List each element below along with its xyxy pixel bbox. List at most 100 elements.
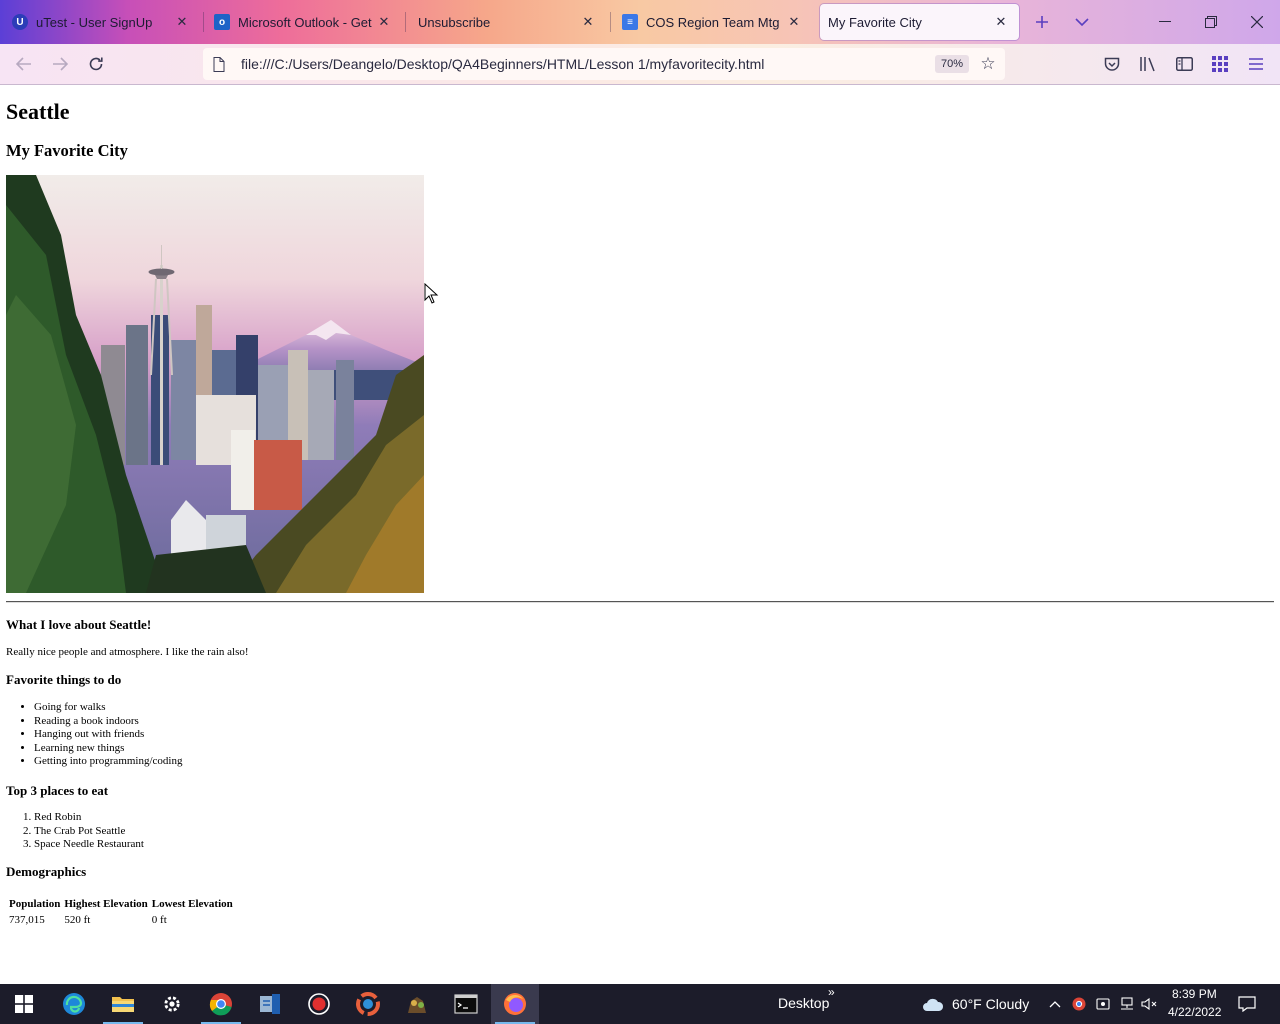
page-subtitle: My Favorite City (6, 141, 128, 160)
network-icon[interactable] (1119, 996, 1135, 1012)
demographics-heading: Demographics (6, 864, 87, 879)
weather-text[interactable]: 60°F Cloudy (952, 996, 1029, 1012)
minimize-icon (1159, 21, 1171, 22)
table-header-cell: Population (9, 898, 61, 910)
bookmark-star-icon[interactable]: ☆ (979, 54, 997, 73)
page-content: Seattle My Favorite City What I love abo… (0, 85, 1280, 984)
file-explorer-taskbar-button[interactable] (99, 984, 147, 1024)
page-icon (213, 56, 227, 72)
demographics-table: Population Highest Elevation Lowest Elev… (6, 895, 236, 929)
arrow-right-icon (53, 57, 68, 71)
minimize-button[interactable] (1142, 0, 1188, 44)
browser-nav-bar: file:///C:/Users/Deangelo/Desktop/QA4Beg… (0, 44, 1280, 85)
clock-time[interactable]: 8:39 PM (1172, 987, 1217, 1001)
close-icon[interactable]: ✕ (374, 12, 394, 32)
meet-now-icon[interactable] (1095, 996, 1111, 1012)
gear-icon (164, 996, 180, 1012)
list-item: The Crab Pot Seattle (34, 825, 144, 839)
settings-taskbar-button[interactable] (148, 984, 196, 1024)
game-icon (408, 997, 426, 1013)
utest-favicon-icon: U (12, 14, 28, 30)
desktop-toolbar-label[interactable]: Desktop (778, 995, 829, 1011)
app-window-icon (260, 994, 280, 1014)
outlook-favicon-icon: o (214, 14, 230, 30)
love-paragraph: Really nice people and atmosphere. I lik… (6, 646, 249, 658)
close-window-button[interactable] (1234, 0, 1280, 44)
chrome-tray-icon[interactable] (1071, 996, 1087, 1012)
tab-my-favorite-city[interactable]: My Favorite City ✕ (820, 4, 1019, 40)
browser-tab-bar: U uTest - User SignUp ✕ o Microsoft Outl… (0, 0, 1280, 44)
table-header-row: Population Highest Elevation Lowest Elev… (8, 897, 234, 911)
tab-divider (203, 12, 204, 32)
sidebar-icon[interactable] (1174, 54, 1194, 74)
places-heading: Top 3 places to eat (6, 783, 109, 798)
arrow-left-icon (16, 57, 31, 71)
clock-date[interactable]: 4/22/2022 (1168, 1005, 1221, 1019)
plus-icon (1036, 16, 1048, 28)
pocket-icon[interactable] (1102, 54, 1122, 74)
recorder-taskbar-button[interactable] (295, 984, 343, 1024)
zoom-level-button[interactable]: 70% (934, 55, 969, 73)
close-icon[interactable]: ✕ (172, 12, 192, 32)
close-icon (1251, 16, 1263, 28)
reload-button[interactable] (84, 52, 108, 76)
speaker-muted-icon[interactable] (1141, 996, 1157, 1012)
cloud-icon[interactable] (922, 994, 944, 1014)
tab-outlook[interactable]: o Microsoft Outlook - Get Out ✕ (206, 4, 402, 40)
close-icon[interactable]: ✕ (784, 12, 804, 32)
chevron-down-icon (1075, 18, 1089, 27)
photos-taskbar-button[interactable] (344, 984, 392, 1024)
list-item: Red Robin (34, 811, 144, 825)
table-header-cell: Highest Elevation (64, 898, 148, 910)
chrome-taskbar-button[interactable] (197, 984, 245, 1024)
tab-title: uTest - User SignUp (36, 14, 153, 30)
tab-title: Microsoft Outlook - Get Out (238, 14, 374, 30)
table-cell: 520 ft (64, 914, 91, 926)
terminal-taskbar-button[interactable] (442, 984, 490, 1024)
menu-hamburger-icon[interactable] (1246, 54, 1266, 74)
toolbar-expand-icon[interactable]: » (828, 985, 835, 999)
seattle-skyline-image (6, 175, 424, 593)
new-tab-button[interactable] (1030, 10, 1054, 34)
tab-divider (610, 12, 611, 32)
url-text[interactable]: file:///C:/Users/Deangelo/Desktop/QA4Beg… (241, 56, 935, 72)
tab-title: Unsubscribe (418, 14, 491, 30)
page-title: Seattle (6, 99, 70, 124)
library-icon[interactable] (1138, 54, 1158, 74)
list-item: Reading a book indoors (34, 715, 182, 729)
close-icon[interactable]: ✕ (578, 12, 598, 32)
chevron-up-icon[interactable] (1047, 996, 1063, 1012)
list-item: Hanging out with friends (34, 728, 182, 742)
table-cell: 737,015 (9, 914, 45, 926)
google-docs-favicon-icon: ≡ (622, 14, 638, 30)
game-taskbar-button[interactable] (393, 984, 441, 1024)
table-cell: 0 ft (151, 914, 167, 926)
horizontal-rule (6, 601, 1274, 603)
restore-button[interactable] (1188, 0, 1234, 44)
firefox-taskbar-button[interactable] (491, 984, 539, 1024)
back-button[interactable] (12, 52, 36, 76)
firefox-icon (504, 993, 526, 1015)
list-all-tabs-button[interactable] (1070, 10, 1094, 34)
record-icon (308, 993, 330, 1015)
favorite-things-list: Going for walks Reading a book indoors H… (6, 701, 182, 769)
tab-cos-region-notes[interactable]: ≡ COS Region Team Mtg Note ✕ (614, 4, 812, 40)
address-bar[interactable]: file:///C:/Users/Deangelo/Desktop/QA4Beg… (203, 48, 1005, 80)
things-heading: Favorite things to do (6, 672, 122, 687)
list-item: Space Needle Restaurant (34, 838, 144, 852)
apps-grid-icon[interactable] (1210, 54, 1230, 74)
chrome-icon (209, 993, 232, 1016)
tab-utest-signup[interactable]: U uTest - User SignUp ✕ (4, 4, 200, 40)
table-header-cell: Lowest Elevation (151, 898, 233, 910)
remote-tool-taskbar-button[interactable] (246, 984, 294, 1024)
love-heading: What I love about Seattle! (6, 617, 152, 632)
notifications-icon[interactable] (1238, 995, 1256, 1013)
list-item: Learning new things (34, 742, 182, 756)
tab-divider (405, 12, 406, 32)
edge-taskbar-button[interactable] (50, 984, 98, 1024)
close-icon[interactable]: ✕ (991, 12, 1011, 32)
tab-unsubscribe[interactable]: Unsubscribe ✕ (410, 4, 606, 40)
forward-button[interactable] (48, 52, 72, 76)
start-button[interactable] (0, 984, 48, 1024)
windows-taskbar: Desktop » 60°F Cloudy 8:39 PM 4/22/2022 (0, 984, 1280, 1024)
